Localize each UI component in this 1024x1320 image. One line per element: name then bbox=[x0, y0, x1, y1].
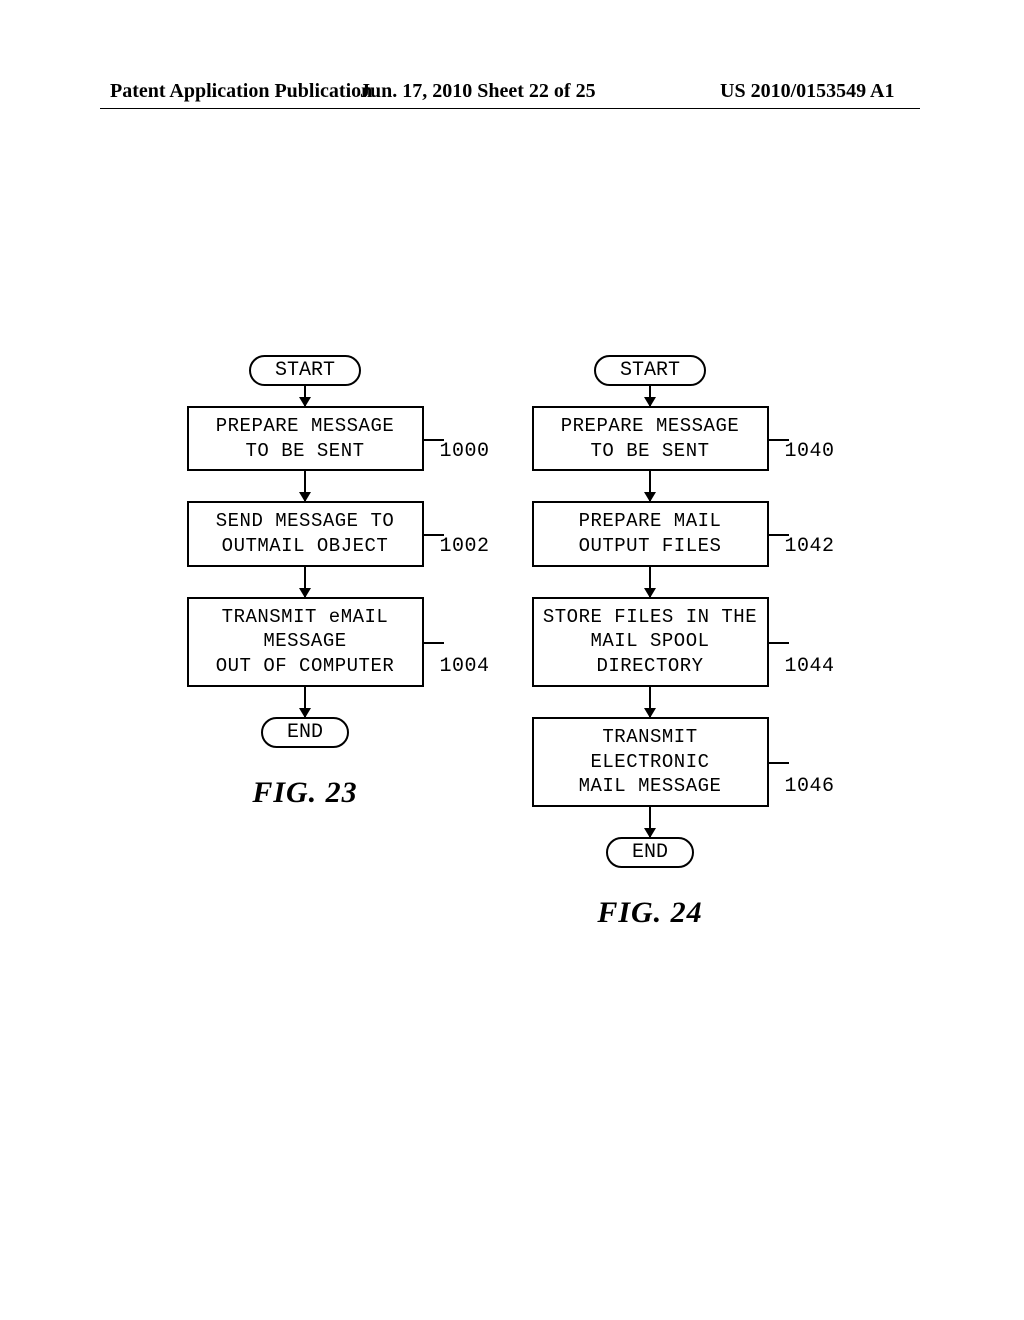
end-terminator: END bbox=[606, 837, 694, 868]
process-text: STORE FILES IN THEMAIL SPOOL DIRECTORY bbox=[543, 606, 757, 677]
process-send-outmail: SEND MESSAGE TOOUTMAIL OBJECT 1002 bbox=[187, 501, 424, 566]
process-prepare-message: PREPARE MESSAGETO BE SENT 1000 bbox=[187, 406, 424, 471]
arrow-icon bbox=[649, 386, 651, 406]
flowchart-fig23: START PREPARE MESSAGETO BE SENT 1000 SEN… bbox=[175, 355, 435, 810]
arrow-icon bbox=[304, 386, 306, 406]
ref-number: 1004 bbox=[439, 654, 489, 680]
header-date-sheet: Jun. 17, 2010 Sheet 22 of 25 bbox=[360, 80, 596, 103]
figure-caption: FIG. 24 bbox=[520, 896, 780, 930]
arrow-icon bbox=[649, 567, 651, 597]
flowchart-fig24: START PREPARE MESSAGETO BE SENT 1040 PRE… bbox=[520, 355, 780, 930]
process-prepare-message: PREPARE MESSAGETO BE SENT 1040 bbox=[532, 406, 769, 471]
ref-number: 1002 bbox=[439, 534, 489, 560]
ref-number: 1042 bbox=[784, 534, 834, 560]
header-publication: Patent Application Publication bbox=[110, 80, 372, 103]
process-store-spool: STORE FILES IN THEMAIL SPOOL DIRECTORY 1… bbox=[532, 597, 769, 687]
process-prepare-output-files: PREPARE MAILOUTPUT FILES 1042 bbox=[532, 501, 769, 566]
start-terminator: START bbox=[594, 355, 706, 386]
arrow-icon bbox=[649, 807, 651, 837]
arrow-icon bbox=[649, 471, 651, 501]
ref-number: 1046 bbox=[784, 774, 834, 800]
figure-caption: FIG. 23 bbox=[175, 776, 435, 810]
process-transmit-mail: TRANSMIT ELECTRONICMAIL MESSAGE 1046 bbox=[532, 717, 769, 807]
arrow-icon bbox=[304, 471, 306, 501]
ref-tick bbox=[769, 762, 789, 764]
arrow-icon bbox=[304, 567, 306, 597]
start-terminator: START bbox=[249, 355, 361, 386]
header-rule bbox=[100, 108, 920, 109]
ref-tick bbox=[424, 642, 444, 644]
process-text: PREPARE MESSAGETO BE SENT bbox=[561, 415, 740, 462]
ref-number: 1040 bbox=[784, 439, 834, 465]
ref-tick bbox=[769, 642, 789, 644]
process-text: TRANSMIT eMAIL MESSAGEOUT OF COMPUTER bbox=[216, 606, 395, 677]
arrow-icon bbox=[649, 687, 651, 717]
ref-number: 1044 bbox=[784, 654, 834, 680]
end-terminator: END bbox=[261, 717, 349, 748]
header-pubnumber: US 2010/0153549 A1 bbox=[720, 80, 894, 103]
ref-number: 1000 bbox=[439, 439, 489, 465]
process-text: PREPARE MAILOUTPUT FILES bbox=[579, 510, 722, 557]
process-transmit-email: TRANSMIT eMAIL MESSAGEOUT OF COMPUTER 10… bbox=[187, 597, 424, 687]
process-text: PREPARE MESSAGETO BE SENT bbox=[216, 415, 395, 462]
arrow-icon bbox=[304, 687, 306, 717]
process-text: TRANSMIT ELECTRONICMAIL MESSAGE bbox=[579, 726, 722, 797]
process-text: SEND MESSAGE TOOUTMAIL OBJECT bbox=[216, 510, 395, 557]
